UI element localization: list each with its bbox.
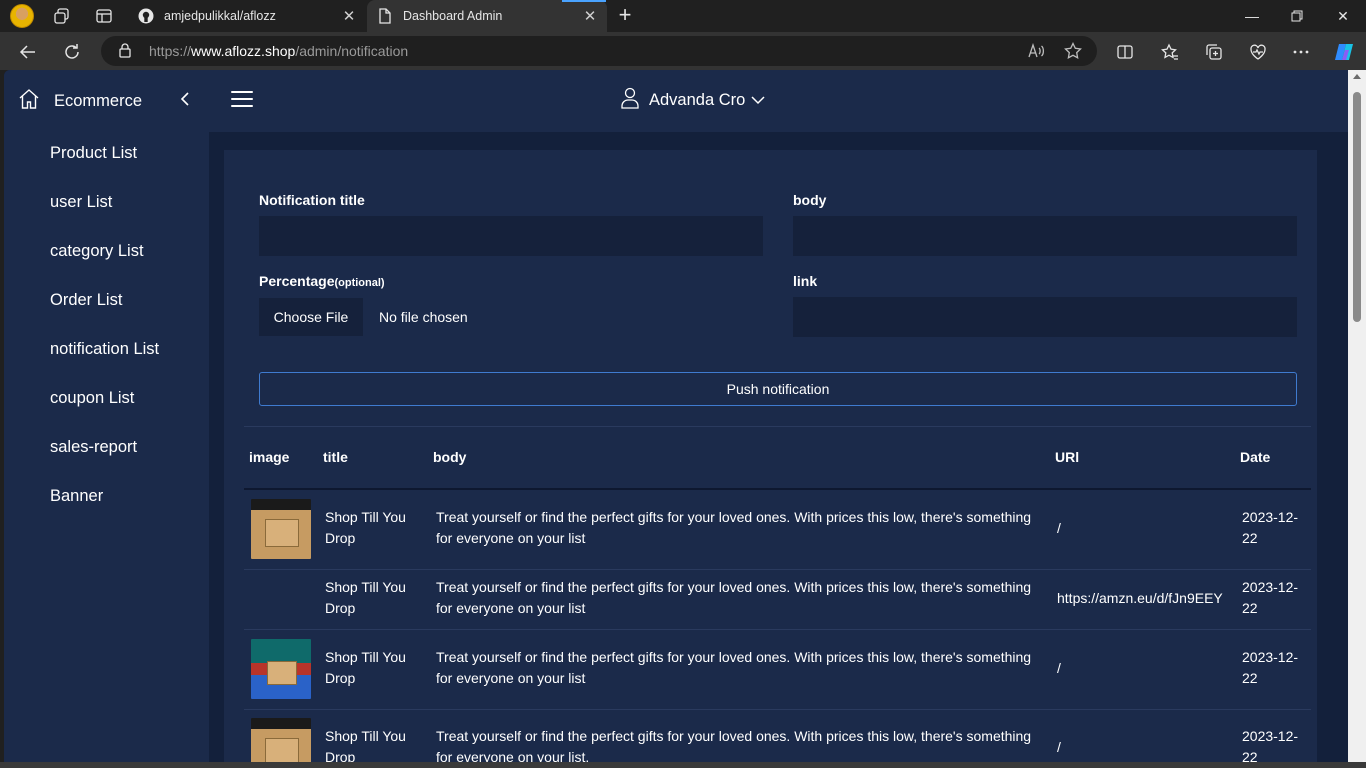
row-body: Treat yourself or find the perfect gifts…	[436, 579, 1032, 616]
notification-title-label: Notification title	[259, 192, 365, 208]
main-content: Notification title body Percentage(optio…	[209, 132, 1348, 762]
row-title: Shop Till You Drop	[325, 509, 406, 546]
profile-avatar[interactable]	[10, 4, 34, 28]
body-input[interactable]	[793, 216, 1297, 256]
top-header: Advanda Cro	[209, 70, 1348, 132]
split-screen-icon[interactable]	[1112, 39, 1138, 65]
file-status-text: No file chosen	[379, 309, 468, 325]
sidebar-item-category-list[interactable]: category List	[50, 242, 144, 261]
sidebar: Ecommerce Product List user List categor…	[4, 70, 209, 762]
sidebar-item-banner[interactable]: Banner	[50, 487, 103, 506]
column-header-date: Date	[1240, 449, 1271, 465]
page-icon	[377, 8, 393, 24]
column-header-title: title	[323, 449, 348, 465]
browser-essentials-icon[interactable]	[1245, 39, 1271, 65]
notification-title-input[interactable]	[259, 216, 763, 256]
scroll-up-arrow-icon[interactable]	[1353, 74, 1361, 79]
row-date: 2023-12-22	[1242, 509, 1299, 546]
page-scrollbar[interactable]	[1348, 70, 1366, 762]
tab-title: amjedpulikkal/aflozz	[164, 9, 276, 23]
sidebar-item-sales-report[interactable]: sales-report	[50, 438, 137, 457]
row-url: https://amzn.eu/d/fJn9EEY	[1057, 590, 1223, 606]
row-body: Treat yourself or find the perfect gifts…	[436, 649, 1032, 686]
address-bar[interactable]: https://www.aflozz.shop/admin/notificati…	[101, 36, 1097, 66]
notification-image	[251, 718, 311, 762]
row-url: /	[1057, 520, 1061, 536]
row-date: 2023-12-22	[1242, 579, 1299, 616]
row-body: Treat yourself or find the perfect gifts…	[436, 728, 1032, 762]
sidebar-item-user-list[interactable]: user List	[50, 193, 112, 212]
browser-tab-github[interactable]: amjedpulikkal/aflozz ✕	[128, 0, 366, 32]
brand-name: Ecommerce	[54, 92, 143, 110]
collections-icon[interactable]	[1201, 39, 1227, 65]
column-header-body: body	[433, 449, 467, 465]
optional-hint: (optional)	[334, 277, 385, 289]
minimize-button[interactable]: —	[1229, 0, 1275, 32]
table-row: Shop Till You Drop Treat yourself or fin…	[244, 710, 1311, 762]
chevron-down-icon	[751, 91, 765, 110]
github-icon	[138, 8, 154, 24]
home-icon	[18, 88, 40, 115]
sidebar-item-coupon-list[interactable]: coupon List	[50, 389, 134, 408]
browser-tab-dashboard[interactable]: Dashboard Admin ✕	[367, 0, 607, 32]
copilot-icon[interactable]	[1331, 39, 1357, 65]
column-header-url: URl	[1055, 449, 1080, 465]
brand-link[interactable]: Ecommerce	[18, 88, 142, 115]
row-body: Treat yourself or find the perfect gifts…	[436, 509, 1032, 546]
row-url: /	[1057, 660, 1061, 676]
notification-card: Notification title body Percentage(optio…	[224, 150, 1317, 762]
percentage-label: Percentage(optional)	[259, 273, 385, 289]
notification-image	[251, 499, 311, 559]
table-row: Shop Till You Drop Treat yourself or fin…	[244, 490, 1311, 570]
hamburger-menu-icon[interactable]	[231, 91, 253, 109]
link-input[interactable]	[793, 297, 1297, 337]
row-title: Shop Till You Drop	[325, 579, 406, 616]
sidebar-item-notification-list[interactable]: notification List	[50, 340, 159, 359]
notification-image	[251, 639, 311, 699]
close-tab-icon[interactable]: ✕	[340, 7, 358, 25]
url-text: https://www.aflozz.shop/admin/notificati…	[149, 43, 409, 59]
tab-title: Dashboard Admin	[403, 9, 503, 23]
back-arrow-icon[interactable]	[15, 39, 41, 65]
row-title: Shop Till You Drop	[325, 728, 406, 762]
row-title: Shop Till You Drop	[325, 649, 406, 686]
active-tab-indicator	[562, 0, 606, 2]
sidebar-item-product-list[interactable]: Product List	[50, 144, 137, 163]
restore-button[interactable]	[1274, 0, 1320, 32]
browser-toolbar: https://www.aflozz.shop/admin/notificati…	[0, 32, 1366, 70]
refresh-icon[interactable]	[59, 39, 85, 65]
sidebar-item-order-list[interactable]: Order List	[50, 291, 122, 310]
row-date: 2023-12-22	[1242, 649, 1299, 686]
scrollbar-thumb[interactable]	[1353, 92, 1361, 322]
percentage-file-input: Choose File No file chosen	[259, 298, 468, 336]
row-date: 2023-12-22	[1242, 728, 1299, 762]
page-viewport: Ecommerce Product List user List categor…	[4, 70, 1348, 762]
table-row: Shop Till You Drop Treat yourself or fin…	[244, 630, 1311, 710]
body-label: body	[793, 192, 827, 208]
workspaces-icon[interactable]	[51, 5, 73, 27]
more-options-icon[interactable]	[1288, 39, 1314, 65]
close-window-button[interactable]: ✕	[1320, 0, 1366, 32]
browser-tab-bar: amjedpulikkal/aflozz ✕ Dashboard Admin ✕…	[0, 0, 1366, 32]
table-row: Shop Till You Drop Treat yourself or fin…	[244, 570, 1311, 630]
user-name: Advanda Cro	[649, 91, 746, 109]
close-tab-icon[interactable]: ✕	[581, 7, 599, 25]
column-header-image: image	[249, 449, 290, 465]
collapse-sidebar-chevron-icon[interactable]	[180, 92, 194, 108]
tab-actions-icon[interactable]	[93, 5, 115, 27]
choose-file-button[interactable]: Choose File	[259, 298, 363, 336]
user-icon	[621, 87, 639, 114]
favorite-star-icon[interactable]	[1060, 38, 1086, 64]
new-tab-button[interactable]: +	[613, 4, 637, 28]
favorites-icon[interactable]	[1157, 39, 1183, 65]
push-notification-button[interactable]: Push notification	[259, 372, 1297, 406]
lock-icon	[119, 43, 131, 63]
row-url: /	[1057, 739, 1061, 755]
link-label: link	[793, 273, 818, 289]
user-menu-dropdown[interactable]: Advanda Cro	[621, 87, 765, 114]
read-aloud-icon[interactable]	[1023, 38, 1049, 64]
taskbar-edge	[0, 762, 1366, 768]
